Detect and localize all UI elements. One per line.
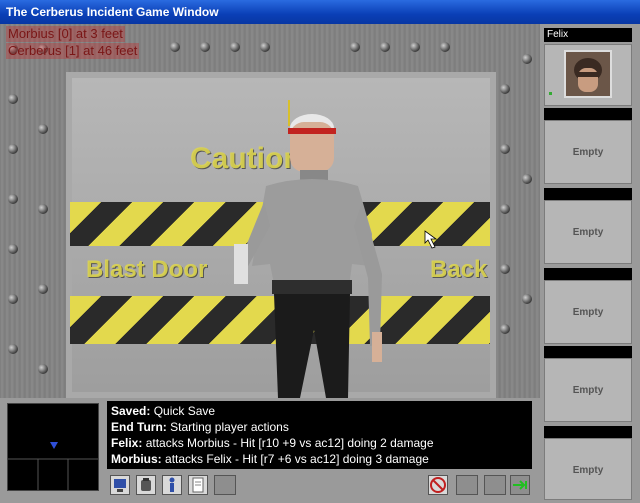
- bolt: [38, 284, 48, 294]
- character-felix[interactable]: [220, 94, 400, 398]
- toolbar-slot[interactable]: [456, 475, 478, 495]
- avatar: [566, 52, 610, 96]
- computer-icon: [114, 479, 126, 492]
- slot-label: Empty: [572, 385, 604, 396]
- slot-label: Empty: [572, 465, 604, 476]
- target-morbius[interactable]: Morbius [0] at 3 feet: [6, 26, 125, 42]
- no-action-button[interactable]: [428, 475, 448, 495]
- bolt: [500, 144, 510, 154]
- bolt: [8, 344, 18, 354]
- bolt: [500, 204, 510, 214]
- slot-label: Empty: [572, 147, 604, 158]
- bolt: [38, 124, 48, 134]
- party-slot-empty[interactable]: Empty: [544, 200, 632, 264]
- backpack-icon: [141, 478, 151, 491]
- log-line: Felix: attacks Morbius - Hit [r10 +9 vs …: [111, 435, 528, 451]
- bolt: [380, 42, 390, 52]
- character-icon: [169, 477, 175, 492]
- no-action-icon: [430, 477, 446, 493]
- bolt: [440, 42, 450, 52]
- right-arm: [354, 202, 382, 346]
- bolt: [38, 364, 48, 374]
- toolbar-slot[interactable]: [484, 475, 506, 495]
- party-slot-empty[interactable]: Empty: [544, 358, 632, 422]
- combat-log: Saved: Quick Save End Turn: Starting pla…: [107, 401, 532, 469]
- belt: [272, 280, 352, 294]
- bolt: [200, 42, 210, 52]
- bolt: [500, 84, 510, 94]
- log-text: attacks Felix - Hit [r7 +6 vs ac12] doin…: [165, 452, 429, 466]
- log-speaker: Felix:: [111, 436, 143, 450]
- party-slot-empty[interactable]: Empty: [544, 120, 632, 184]
- notes-button[interactable]: [188, 475, 208, 495]
- sign-blast-door: Blast Door: [86, 256, 208, 283]
- slot-header: [544, 268, 632, 280]
- log-speaker: Morbius:: [111, 452, 162, 466]
- slot-label: Empty: [572, 307, 604, 318]
- log-text: Starting player actions: [170, 420, 289, 434]
- bolt: [38, 204, 48, 214]
- right-hand: [372, 332, 382, 362]
- player-marker-icon: [50, 442, 58, 449]
- bolt: [522, 294, 532, 304]
- bolt: [8, 144, 18, 154]
- log-line: End Turn: Starting player actions: [111, 419, 528, 435]
- bolt: [260, 42, 270, 52]
- party-slot-empty[interactable]: Empty: [544, 438, 632, 500]
- slot-label: Empty: [572, 227, 604, 238]
- bolt: [522, 174, 532, 184]
- character-button[interactable]: [162, 475, 182, 495]
- slot-header: [544, 108, 632, 120]
- end-turn-button[interactable]: [510, 475, 530, 495]
- mouse-cursor-icon: [424, 230, 438, 249]
- bolt: [8, 294, 18, 304]
- toolbar-slot[interactable]: [214, 475, 236, 495]
- bolt: [500, 324, 510, 334]
- log-speaker: End Turn:: [111, 420, 167, 434]
- log-line: Morbius: attacks Felix - Hit [r7 +6 vs a…: [111, 451, 528, 467]
- bolt: [410, 42, 420, 52]
- bolt: [8, 194, 18, 204]
- bolt: [8, 244, 18, 254]
- party-member-name: Felix: [544, 28, 632, 42]
- bolt: [350, 42, 360, 52]
- torso: [252, 179, 372, 294]
- end-turn-icon: [513, 480, 527, 490]
- game-viewport[interactable]: Caution! Blast Door Back Morbius [0] at …: [0, 24, 540, 398]
- bolt: [170, 42, 180, 52]
- slot-header: [544, 346, 632, 358]
- target-cerberus[interactable]: Cerberus [1] at 46 feet: [6, 43, 140, 59]
- log-text: attacks Morbius - Hit [r10 +9 vs ac12] d…: [145, 436, 434, 450]
- bolt: [230, 42, 240, 52]
- minimap[interactable]: [7, 403, 99, 491]
- party-slot-empty[interactable]: Empty: [544, 280, 632, 344]
- inventory-button[interactable]: [136, 475, 156, 495]
- bolt: [500, 264, 510, 274]
- antenna: [288, 100, 290, 126]
- bolt: [522, 54, 532, 64]
- portrait-felix[interactable]: [564, 50, 612, 98]
- bolt: [8, 94, 18, 104]
- headband: [288, 128, 336, 134]
- legs: [274, 294, 350, 398]
- log-line: Saved: Quick Save: [111, 403, 528, 419]
- notes-icon: [192, 477, 204, 493]
- slot-header: [544, 188, 632, 200]
- window-title: The Cerberus Incident Game Window: [0, 0, 640, 24]
- minimap-grid: [8, 442, 98, 490]
- sign-back: Back: [430, 256, 488, 283]
- computer-button[interactable]: [110, 475, 130, 495]
- status-indicator: [549, 92, 552, 95]
- pistol: [234, 244, 248, 284]
- log-text: Quick Save: [153, 404, 216, 418]
- slot-header: [544, 426, 632, 438]
- log-speaker: Saved:: [111, 404, 151, 418]
